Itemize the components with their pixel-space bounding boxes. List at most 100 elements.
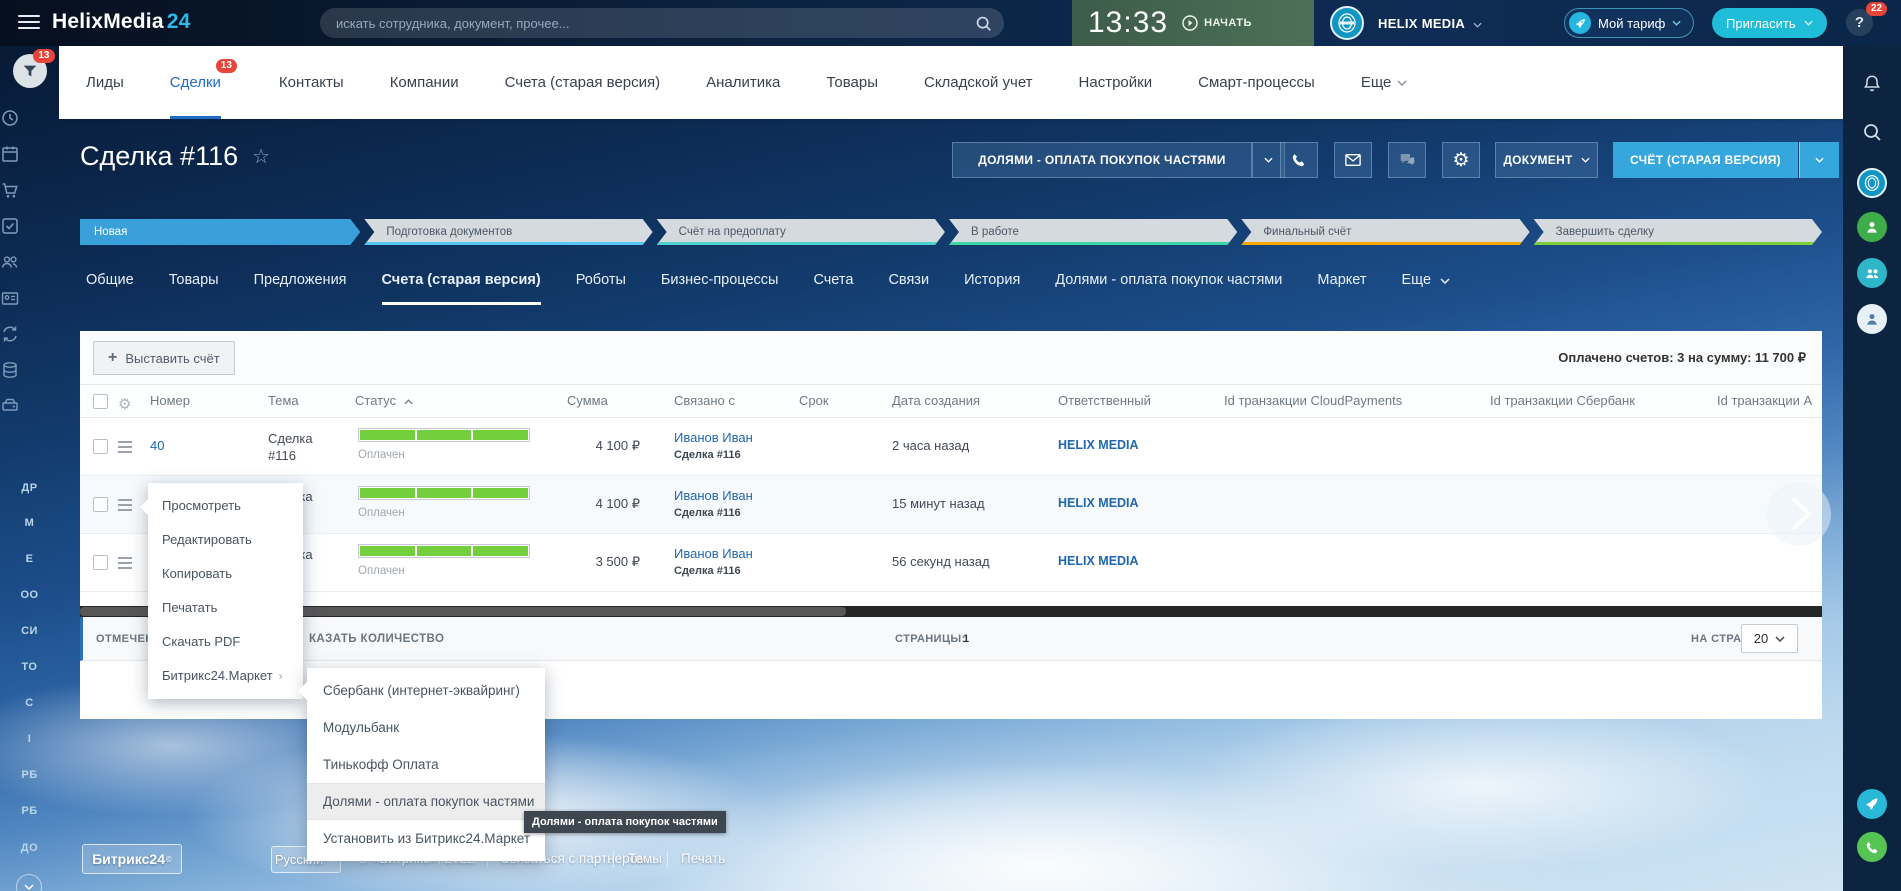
sidebar-group-rb1[interactable]: РБ: [0, 769, 59, 781]
tab-invoices[interactable]: Счета: [813, 272, 853, 305]
start-workday-button[interactable]: НАЧАТЬ: [1182, 15, 1252, 31]
responsible-link[interactable]: HELIX MEDIA: [1058, 438, 1139, 452]
nav-item-inventory[interactable]: Складской учет: [924, 46, 1033, 119]
hamburger-menu-icon[interactable]: [18, 15, 40, 31]
responsible-link[interactable]: HELIX MEDIA: [1058, 554, 1139, 568]
col-tx-cloudpayments[interactable]: Id транзакции CloudPayments: [1224, 393, 1402, 408]
row-checkbox[interactable]: [93, 439, 108, 454]
stage-close-deal[interactable]: Завершить сделку: [1534, 219, 1822, 245]
sidebar-icon-people[interactable]: [0, 252, 59, 272]
sidebar-icon-idcard[interactable]: [0, 288, 59, 308]
horizontal-scrollbar[interactable]: [80, 606, 1822, 617]
sidebar-group-dr[interactable]: ДР: [0, 482, 59, 494]
row-menu-icon[interactable]: [118, 557, 132, 572]
sidebar-group-m[interactable]: М: [0, 517, 59, 529]
next-slide-button[interactable]: [1767, 482, 1831, 546]
chat-button[interactable]: [1388, 142, 1426, 178]
linked-contact-link[interactable]: Иванов Иван: [674, 546, 753, 561]
submenu-item-dolyame[interactable]: Долями - оплата покупок частями: [307, 783, 545, 820]
notifications-bell-icon[interactable]: [1843, 74, 1901, 94]
col-sum[interactable]: Сумма: [567, 393, 608, 408]
tab-products[interactable]: Товары: [169, 272, 219, 305]
account-name[interactable]: HELIX MEDIA: [1378, 16, 1482, 31]
submenu-item-install-market[interactable]: Установить из Битрикс24.Маркет: [307, 820, 545, 857]
col-subject[interactable]: Тема: [268, 393, 299, 408]
sidebar-icon-drive[interactable]: [0, 396, 59, 416]
invoice-row-3[interactable]: Сделка #116 Оплачен 3 500 ₽ Иванов Иван …: [80, 534, 1822, 592]
sidebar-icon-database[interactable]: [0, 360, 59, 380]
nav-item-invoices-old[interactable]: Счета (старая версия): [505, 46, 661, 119]
nav-item-companies[interactable]: Компании: [390, 46, 459, 119]
per-page-select[interactable]: 20: [1741, 624, 1798, 653]
col-tx-sberbank[interactable]: Id транзакции Сбербанк: [1490, 393, 1635, 408]
market-rocket-icon[interactable]: [1843, 789, 1901, 819]
nav-item-leads[interactable]: Лиды: [86, 46, 124, 119]
sidebar-icon-tasks[interactable]: [0, 216, 59, 236]
telephony-phone-icon[interactable]: [1843, 832, 1901, 862]
tab-dependencies[interactable]: Связи: [888, 272, 929, 305]
menu-item-download-pdf[interactable]: Скачать PDF: [148, 625, 303, 659]
tab-more[interactable]: Еще: [1402, 272, 1451, 305]
tab-market[interactable]: Маркет: [1317, 272, 1366, 305]
menu-item-view[interactable]: Просмотреть: [148, 489, 303, 523]
account-avatar[interactable]: [1330, 6, 1364, 40]
my-plan-button[interactable]: Мой тариф: [1564, 8, 1694, 38]
online-user-icon[interactable]: [1843, 212, 1901, 242]
sidebar-group-rb2[interactable]: РБ: [0, 805, 59, 817]
payment-split-button[interactable]: ДОЛЯМИ - ОПЛАТА ПОКУПОК ЧАСТЯМИ: [952, 142, 1252, 178]
sidebar-group-oo[interactable]: ОО: [0, 589, 59, 601]
nav-item-contacts[interactable]: Контакты: [279, 46, 344, 119]
menu-item-copy[interactable]: Копировать: [148, 557, 303, 591]
panel-search-icon[interactable]: [1843, 122, 1901, 142]
col-number[interactable]: Номер: [150, 393, 190, 408]
settings-gear-button[interactable]: ⚙: [1442, 142, 1480, 178]
col-tx-a[interactable]: Id транзакции А: [1717, 393, 1812, 408]
nav-item-more[interactable]: Еще: [1361, 46, 1408, 119]
themes-link[interactable]: Темы: [628, 851, 662, 866]
nav-item-settings[interactable]: Настройки: [1079, 46, 1153, 119]
sidebar-expand-button[interactable]: [16, 874, 42, 891]
sidebar-group-do[interactable]: ДО: [0, 842, 59, 854]
menu-item-market[interactable]: Битрикс24.Маркет ›: [148, 659, 303, 693]
tab-dolyame[interactable]: Долями - оплата покупок частями: [1055, 272, 1282, 305]
col-created[interactable]: Дата создания: [892, 393, 980, 408]
invoice-number-link[interactable]: 40: [150, 438, 164, 453]
invoice-old-button[interactable]: СЧЁТ (СТАРАЯ ВЕРСИЯ): [1613, 142, 1798, 178]
sidebar-group-i[interactable]: I: [0, 733, 59, 745]
menu-item-edit[interactable]: Редактировать: [148, 523, 303, 557]
row-checkbox[interactable]: [93, 555, 108, 570]
select-all-checkbox[interactable]: [93, 394, 108, 409]
invoice-row-1[interactable]: 40 Сделка #116 Оплачен 4 100 ₽ Иванов Ив…: [80, 418, 1822, 476]
stage-prepay-invoice[interactable]: Счёт на предоплату: [657, 219, 945, 245]
submenu-item-tinkoff[interactable]: Тинькофф Оплата: [307, 746, 545, 783]
sidebar-icon-cart[interactable]: [0, 180, 59, 200]
invite-button[interactable]: Пригласить: [1712, 8, 1827, 38]
linked-contact-link[interactable]: Иванов Иван: [674, 488, 753, 503]
tab-business-processes[interactable]: Бизнес-процессы: [661, 272, 779, 305]
row-menu-icon[interactable]: [118, 499, 132, 514]
sidebar-group-to[interactable]: ТО: [0, 661, 59, 673]
sidebar-icon-sync[interactable]: [0, 324, 59, 344]
print-link[interactable]: Печать: [681, 851, 725, 866]
col-due[interactable]: Срок: [799, 393, 829, 408]
menu-item-print[interactable]: Печатать: [148, 591, 303, 625]
tab-general[interactable]: Общие: [86, 272, 134, 305]
favorite-star-icon[interactable]: ☆: [252, 144, 270, 169]
global-search[interactable]: [320, 8, 1004, 38]
current-page[interactable]: 1: [963, 633, 970, 645]
app-logo[interactable]: HelixMedia24: [52, 10, 190, 34]
row-menu-icon[interactable]: [118, 441, 132, 456]
show-count-link[interactable]: КАЗАТЬ КОЛИЧЕСТВО: [309, 633, 444, 645]
col-status[interactable]: Статус: [355, 393, 413, 408]
header-settings-gear-icon[interactable]: ⚙: [118, 395, 131, 413]
col-linked[interactable]: Связано с: [674, 393, 735, 408]
document-button[interactable]: ДОКУМЕНТ: [1495, 142, 1598, 178]
nav-item-smart-processes[interactable]: Смарт-процессы: [1198, 46, 1315, 119]
stage-in-progress[interactable]: В работе: [949, 219, 1237, 245]
row-checkbox[interactable]: [93, 497, 108, 512]
sidebar-group-e[interactable]: Е: [0, 553, 59, 565]
stage-new[interactable]: Новая: [80, 219, 360, 245]
nav-item-products[interactable]: Товары: [826, 46, 878, 119]
tab-quotes[interactable]: Предложения: [254, 272, 347, 305]
col-responsible[interactable]: Ответственный: [1058, 393, 1151, 408]
